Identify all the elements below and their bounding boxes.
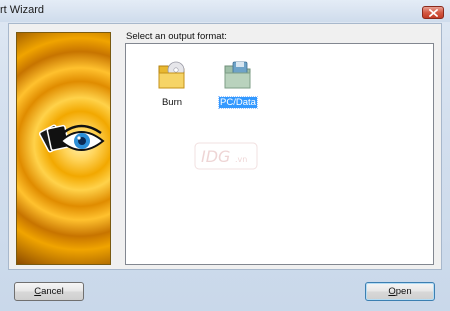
cancel-button[interactable]: Cancel <box>14 282 84 301</box>
watermark-icon: IDG .vn <box>194 142 258 170</box>
format-item-burn[interactable]: Burn <box>146 58 198 114</box>
watermark-logo: IDG .vn <box>193 139 259 175</box>
format-item-pc-data[interactable]: PC/Data <box>212 58 264 114</box>
wizard-banner-image <box>16 32 111 265</box>
close-button[interactable] <box>422 6 444 19</box>
output-format-label: Select an output format: <box>126 31 227 42</box>
export-wizard-window: rt Wizard Select an output format: Burn … <box>0 0 450 311</box>
svg-text:.vn: .vn <box>235 155 247 164</box>
format-list: Burn PC/Data <box>125 43 434 265</box>
svg-text:IDG: IDG <box>201 147 230 166</box>
title-bar[interactable]: rt Wizard <box>0 0 450 22</box>
folder-cd-icon <box>158 61 185 89</box>
open-button[interactable]: Open <box>365 282 435 301</box>
close-icon <box>429 9 438 17</box>
folder-floppy-icon <box>224 61 251 89</box>
format-label-burn: Burn <box>161 97 183 108</box>
window-title: rt Wizard <box>0 4 44 16</box>
format-label-pc-data: PC/Data <box>218 96 258 109</box>
eye-logo-icon <box>38 124 105 153</box>
